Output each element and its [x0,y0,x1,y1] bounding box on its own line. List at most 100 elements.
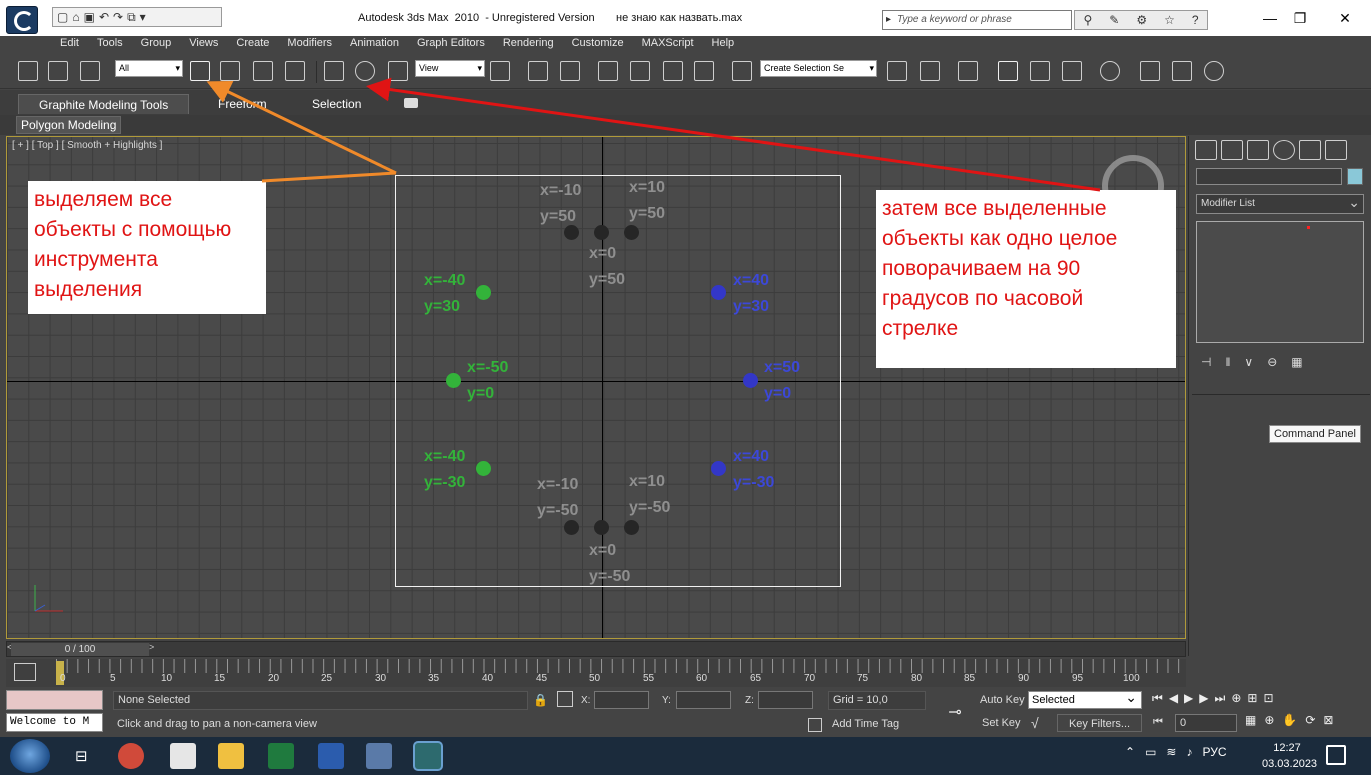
track-bar[interactable]: 0 5 10 15 20 25 30 35 40 45 50 55 60 65 … [6,659,1186,687]
show-end-result-icon[interactable]: ‖ [1225,355,1230,369]
y-coordinate-field[interactable] [676,691,731,709]
rendered-frame-window-icon[interactable] [1172,61,1192,81]
tab-freeform[interactable]: Freeform [198,94,287,114]
mini-curve-editor-icon[interactable] [14,663,36,681]
play-icon[interactable]: ▶ [1184,691,1193,709]
zoom-icon[interactable]: ⊕ [1231,691,1241,709]
word-app-icon[interactable] [318,743,344,769]
chevron-up-icon[interactable]: ⌃ [1125,745,1135,759]
add-time-tag-button[interactable]: Add Time Tag [828,715,928,733]
help-icon[interactable]: ? [1192,13,1199,27]
go-to-end-icon[interactable]: ⏭ [1215,691,1226,709]
polygon-modeling-panel[interactable]: Polygon Modeling [16,116,122,134]
next-frame-icon[interactable]: > [149,642,163,656]
battery-icon[interactable]: ▭ [1145,745,1156,759]
maxscript-listener-mini[interactable] [6,690,103,710]
menu-group[interactable]: Group [132,36,181,53]
tab-graphite-modeling-tools[interactable]: Graphite Modeling Tools [18,94,190,114]
menu-animation[interactable]: Animation [341,36,408,53]
open-file-icon[interactable]: ⌂ [72,10,79,24]
modifier-list-dropdown[interactable]: Modifier List [1196,193,1364,214]
undo-icon[interactable]: ↶ [99,10,109,24]
time-slider-thumb[interactable]: 0 / 100 [11,643,149,656]
object-name-field[interactable] [1196,168,1342,185]
select-by-name-icon[interactable] [220,61,240,81]
select-and-move-icon[interactable] [324,61,344,81]
current-frame-field[interactable]: 0 [1175,714,1237,732]
volume-icon[interactable]: ♪ [1186,745,1192,759]
orbit-icon[interactable]: ⟳ [1305,713,1315,733]
modify-tab-icon[interactable] [1221,140,1243,160]
network-icon[interactable]: ≋ [1166,745,1176,759]
mirror-icon[interactable] [887,61,907,81]
point-object[interactable] [711,285,726,300]
select-and-scale-icon[interactable] [388,61,408,81]
snaps-toggle-icon[interactable] [598,61,618,81]
communication-icon[interactable]: ✎ [1109,13,1119,27]
point-object[interactable] [446,373,461,388]
absolute-mode-transform-icon[interactable] [557,691,573,707]
edit-named-selection-icon[interactable] [732,61,752,81]
remove-modifier-icon[interactable]: ⊖ [1267,355,1277,369]
excel-app-icon[interactable] [268,743,294,769]
select-and-link-icon[interactable] [18,61,38,81]
menu-maxscript[interactable]: MAXScript [633,36,703,53]
object-color-swatch[interactable] [1347,168,1363,185]
application-menu-button[interactable] [6,6,38,34]
menu-rendering[interactable]: Rendering [494,36,563,53]
taskbar-clock[interactable]: 12:27 03.03.2023 [1262,740,1317,772]
curve-editor-icon[interactable] [1030,61,1050,81]
window-crossing-icon[interactable] [285,61,305,81]
tab-selection[interactable]: Selection [292,94,381,114]
key-mode-toggle-icon[interactable]: ⏮ [1153,716,1163,729]
render-teapot-icon[interactable] [1204,61,1224,81]
project-folder-icon[interactable]: ⧉ [127,10,136,25]
configure-modifier-sets-icon[interactable]: ▦ [1291,355,1302,369]
point-object[interactable] [743,373,758,388]
menu-tools[interactable]: Tools [88,36,132,53]
maxscript-output[interactable]: Welcome to M [6,713,103,732]
lock-selection-icon[interactable]: 🔒 [533,693,548,707]
task-view-icon[interactable]: ⊟ [75,747,88,765]
previous-key-icon[interactable]: ◀ [1169,691,1178,709]
zoom-extents-icon[interactable]: ⊡ [1263,691,1273,709]
layer-manager-icon[interactable] [958,61,978,81]
utilities-tab-icon[interactable] [1325,140,1347,160]
percent-snap-icon[interactable] [663,61,683,81]
file-explorer-icon[interactable] [218,743,244,769]
render-setup-icon[interactable] [1140,61,1160,81]
reference-coordinate-dropdown[interactable]: View [415,60,485,77]
point-object[interactable] [476,461,491,476]
language-indicator[interactable]: РУС [1202,745,1226,759]
menu-modifiers[interactable]: Modifiers [278,36,341,53]
point-object[interactable] [624,225,639,240]
search-input[interactable]: Type a keyword or phrase [882,10,1072,30]
screen-capture-app-icon[interactable] [366,743,392,769]
set-key-button[interactable]: Set Key [978,714,1025,732]
pivot-center-icon[interactable] [490,61,510,81]
spinner-snap-icon[interactable] [694,61,714,81]
binoculars-icon[interactable]: ⚲ [1083,13,1092,27]
select-and-rotate-icon[interactable] [355,61,375,81]
save-icon[interactable]: ▣ [84,10,95,24]
redo-icon[interactable]: ↷ [113,10,123,24]
time-slider[interactable]: < 0 / 100 > [6,641,1186,657]
point-object[interactable] [624,520,639,535]
go-to-start-icon[interactable]: ⏮ [1152,691,1163,709]
set-key-icon[interactable]: ⊸ [940,702,970,721]
paint-app-icon[interactable] [118,743,144,769]
field-of-view-icon[interactable]: ▦ [1245,713,1256,733]
auto-key-button[interactable]: Auto Key [978,691,1025,709]
viewport-label[interactable]: [ + ] [ Top ] [ Smooth + Highlights ] [12,140,162,151]
pin-stack-icon[interactable]: ⊣ [1201,355,1211,369]
schematic-view-icon[interactable] [1062,61,1082,81]
selection-filter-dropdown[interactable]: All [115,60,183,77]
menu-create[interactable]: Create [227,36,278,53]
menu-graph-editors[interactable]: Graph Editors [408,36,494,53]
align-icon[interactable] [920,61,940,81]
zoom-all-icon[interactable]: ⊞ [1247,691,1257,709]
minimize-button[interactable]: — [1255,6,1285,30]
named-selection-sets-dropdown[interactable]: Create Selection Se [760,60,877,77]
ribbon-options-icon[interactable] [404,98,418,108]
subscription-icon[interactable]: ⚙ [1136,13,1147,27]
